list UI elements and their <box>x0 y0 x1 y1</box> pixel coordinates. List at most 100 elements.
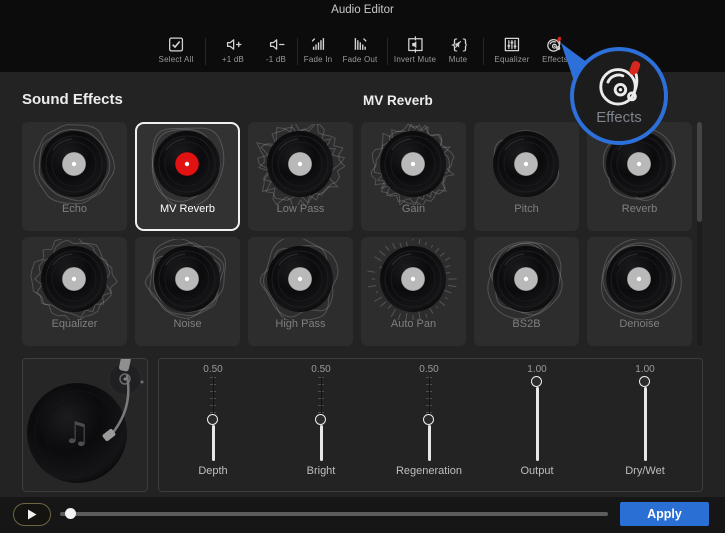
effects-grid: Echo MV Reverb Low Pass Gain Pit <box>22 122 700 346</box>
slider-track-fill <box>428 425 431 461</box>
svg-text:♫: ♫ <box>64 416 91 451</box>
effect-tile-label: Gain <box>402 203 425 215</box>
disc-pitch-icon <box>476 124 577 205</box>
effect-tile-label: Auto Pan <box>391 318 436 330</box>
slider-track-upper <box>429 377 430 414</box>
effect-tile-mv-reverb[interactable]: MV Reverb <box>135 122 240 231</box>
grid-scrollbar <box>697 122 702 346</box>
slider-knob[interactable] <box>531 376 542 387</box>
slider-knob[interactable] <box>315 414 326 425</box>
slider-track[interactable] <box>206 377 220 461</box>
playback-progress-handle[interactable] <box>65 508 76 519</box>
disc-mvreverb-icon <box>137 124 238 205</box>
toolbar-fade-out[interactable]: Fade Out <box>343 36 378 64</box>
disc-lowpass-icon <box>250 124 351 205</box>
volume-minus-icon <box>268 36 285 53</box>
svg-text:}: } <box>461 37 467 53</box>
grid-scrollbar-thumb[interactable] <box>697 122 702 222</box>
effect-tile-label: MV Reverb <box>160 203 215 215</box>
effect-tile-denoise[interactable]: Denoise <box>587 237 692 346</box>
effect-tile-label: High Pass <box>275 318 325 330</box>
fade-in-icon <box>310 36 327 53</box>
disc-denoise-icon <box>589 239 690 320</box>
slider-value: 0.50 <box>311 364 330 375</box>
toolbar-item-label: +1 dB <box>222 55 244 64</box>
slider-knob[interactable] <box>423 414 434 425</box>
playback-progress-track[interactable] <box>60 512 608 516</box>
effect-tile-echo[interactable]: Echo <box>22 122 127 231</box>
effect-tile-label: Echo <box>62 203 87 215</box>
toolbar--1-db[interactable]: +1 dB <box>222 36 244 64</box>
effect-tile-noise[interactable]: Noise <box>135 237 240 346</box>
toolbar-select-all[interactable]: Select All <box>159 36 194 64</box>
slider-dry-wet[interactable]: 1.00 Dry/Wet <box>591 359 699 477</box>
slider-label: Bright <box>307 465 336 477</box>
turntable-icon: ♫ <box>23 359 147 491</box>
slider-value: 1.00 <box>527 364 546 375</box>
toolbar-item-label: Fade In <box>304 55 333 64</box>
section-title: Sound Effects <box>22 91 123 108</box>
slider-label: Depth <box>198 465 227 477</box>
effect-tile-label: Pitch <box>514 203 538 215</box>
play-button[interactable] <box>13 503 51 526</box>
slider-bright[interactable]: 0.50 Bright <box>267 359 375 477</box>
equalizer-icon <box>504 36 521 53</box>
slider-label: Regeneration <box>396 465 462 477</box>
toolbar-separator <box>483 38 484 65</box>
play-icon <box>27 509 37 520</box>
slider-value: 1.00 <box>635 364 654 375</box>
effect-tile-high-pass[interactable]: High Pass <box>248 237 353 346</box>
slider-regeneration[interactable]: 0.50 Regeneration <box>375 359 483 477</box>
slider-label: Output <box>520 465 553 477</box>
slider-track[interactable] <box>638 377 652 461</box>
selected-effect-name: MV Reverb <box>363 93 433 108</box>
slider-label: Dry/Wet <box>625 465 665 477</box>
slider-knob[interactable] <box>639 376 650 387</box>
window-title: Audio Editor <box>0 4 725 16</box>
toolbar-mute[interactable]: {} Mute <box>449 36 468 64</box>
effect-tile-auto-pan[interactable]: Auto Pan <box>361 237 466 346</box>
effect-tile-bs2b[interactable]: BS2B <box>474 237 579 346</box>
disc-noise-icon <box>137 239 238 320</box>
effect-tile-label: Low Pass <box>277 203 325 215</box>
apply-button[interactable]: Apply <box>620 502 709 526</box>
disc-echo-icon <box>24 124 125 205</box>
slider-track[interactable] <box>314 377 328 461</box>
select-all-icon <box>168 36 185 53</box>
effect-parameters-panel: 0.50 Depth0.50 Bright0.50 Regeneration1.… <box>158 358 703 492</box>
toolbar--1-db[interactable]: -1 dB <box>266 36 286 64</box>
disc-autopan-icon <box>363 239 464 320</box>
toolbar-fade-in[interactable]: Fade In <box>304 36 333 64</box>
invert-mute-icon <box>407 36 424 53</box>
toolbar-item-label: Equalizer <box>494 55 529 64</box>
effect-tile-gain[interactable]: Gain <box>361 122 466 231</box>
effect-tile-label: Denoise <box>619 318 659 330</box>
mute-icon: {} <box>450 36 467 53</box>
slider-depth[interactable]: 0.50 Depth <box>159 359 267 477</box>
effects-callout: Effects <box>570 47 668 145</box>
fade-out-icon <box>351 36 368 53</box>
toolbar-item-label: Fade Out <box>343 55 378 64</box>
slider-track-fill <box>320 425 323 461</box>
toolbar-invert-mute[interactable]: Invert Mute <box>394 36 436 64</box>
slider-track-fill <box>212 425 215 461</box>
toolbar-equalizer[interactable]: Equalizer <box>494 36 529 64</box>
transport-bar: Apply <box>0 497 725 533</box>
effect-tile-equalizer[interactable]: Equalizer <box>22 237 127 346</box>
slider-value: 0.50 <box>203 364 222 375</box>
effect-tile-pitch[interactable]: Pitch <box>474 122 579 231</box>
disc-equalizer-icon <box>24 239 125 320</box>
toolbar-separator <box>297 38 298 65</box>
slider-knob[interactable] <box>207 414 218 425</box>
slider-track[interactable] <box>530 377 544 461</box>
effect-tile-label: Noise <box>173 318 201 330</box>
toolbar-item-label: Mute <box>449 55 468 64</box>
effect-tile-low-pass[interactable]: Low Pass <box>248 122 353 231</box>
disc-bs2b-icon <box>476 239 577 320</box>
toolbar-item-label: Invert Mute <box>394 55 436 64</box>
toolbar-separator <box>205 38 206 65</box>
slider-output[interactable]: 1.00 Output <box>483 359 591 477</box>
slider-track-upper <box>213 377 214 414</box>
toolbar-separator <box>387 38 388 65</box>
slider-track[interactable] <box>422 377 436 461</box>
